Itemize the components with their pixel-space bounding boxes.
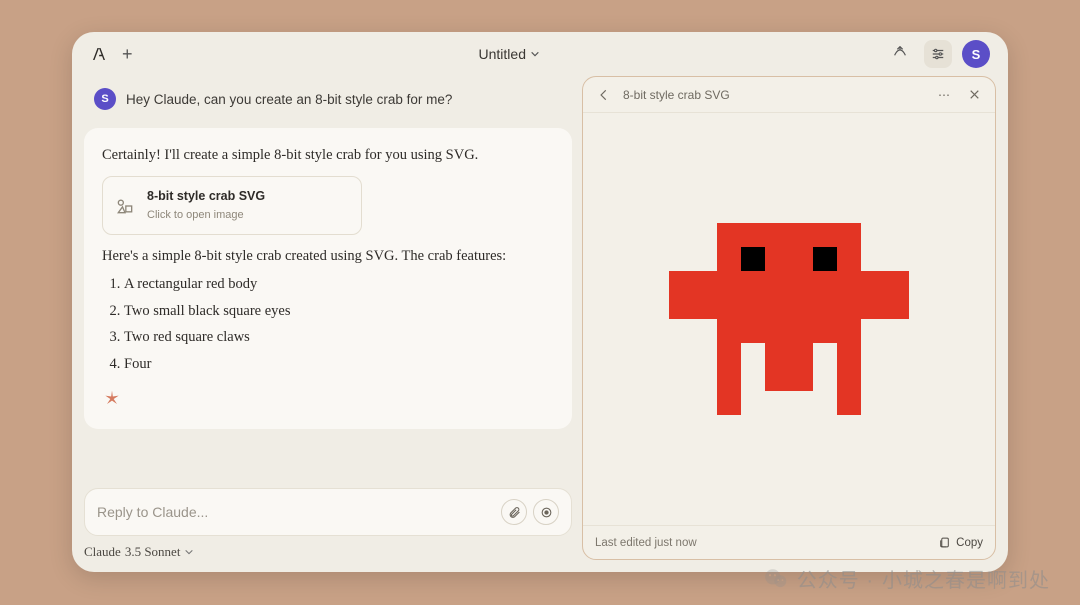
anthropic-logo-icon (90, 45, 108, 63)
user-message-avatar: S (94, 88, 116, 110)
user-message-text: Hey Claude, can you create an 8-bit styl… (126, 92, 452, 107)
chevron-down-icon (530, 49, 540, 59)
list-item: Four (124, 353, 554, 375)
model-selector[interactable]: Claude 3.5 Sonnet (84, 544, 572, 560)
copy-button[interactable]: Copy (938, 536, 983, 549)
chat-column: S Hey Claude, can you create an 8-bit st… (84, 76, 572, 560)
list-item: Two red square claws (124, 326, 554, 348)
clipboard-icon (938, 536, 951, 549)
artifact-status: Last edited just now (595, 537, 697, 549)
artifact-link-card[interactable]: 8-bit style crab SVG Click to open image (102, 176, 362, 234)
conversation-title[interactable]: Untitled (133, 46, 886, 62)
copy-label: Copy (956, 537, 983, 549)
artifact-card-subtitle: Click to open image (147, 207, 265, 224)
assistant-followup: Here's a simple 8-bit style crab created… (102, 245, 554, 267)
chevron-down-icon (184, 547, 194, 557)
artifact-header: 8-bit style crab SVG ⋯ (583, 77, 995, 113)
user-message: S Hey Claude, can you create an 8-bit st… (84, 80, 572, 118)
wechat-icon (763, 566, 789, 592)
artifact-card-title: 8-bit style crab SVG (147, 187, 265, 206)
watermark: 公众号 · 小城之春是啊到处 (763, 564, 1050, 593)
artifact-footer: Last edited just now Copy (583, 525, 995, 559)
assistant-message: Certainly! I'll create a simple 8-bit st… (84, 128, 572, 429)
share-button[interactable] (886, 40, 914, 68)
titlebar: + Untitled S (72, 32, 1008, 76)
artifact-panel: 8-bit style crab SVG ⋯ (582, 76, 996, 560)
artifact-title: 8-bit style crab SVG (623, 88, 730, 102)
artifact-close-button[interactable] (963, 84, 985, 106)
conversation-title-text: Untitled (479, 46, 526, 62)
model-name: 3.5 Sonnet (125, 544, 181, 560)
assistant-intro: Certainly! I'll create a simple 8-bit st… (102, 144, 554, 166)
attach-button[interactable] (501, 499, 527, 525)
reply-input[interactable] (97, 504, 495, 520)
composer[interactable] (84, 488, 572, 536)
composer-area: Claude 3.5 Sonnet (84, 478, 572, 560)
shapes-icon (115, 196, 135, 216)
artifact-more-button[interactable]: ⋯ (933, 84, 955, 106)
watermark-prefix: 公众号 · (797, 564, 874, 593)
settings-button[interactable] (924, 40, 952, 68)
send-target-button[interactable] (533, 499, 559, 525)
list-item: A rectangular red body (124, 273, 554, 295)
model-family: Claude (84, 544, 121, 560)
list-item: Two small black square eyes (124, 300, 554, 322)
user-avatar[interactable]: S (962, 40, 990, 68)
watermark-text: 小城之春是啊到处 (882, 564, 1050, 593)
new-chat-button[interactable]: + (122, 44, 133, 65)
artifact-body (583, 113, 995, 525)
artifact-back-button[interactable] (593, 84, 615, 106)
app-window: + Untitled S S Hey Claude, can you creat… (72, 32, 1008, 572)
crab-image (639, 199, 939, 439)
generating-spark-icon (102, 389, 554, 416)
feature-list: A rectangular red body Two small black s… (124, 273, 554, 375)
